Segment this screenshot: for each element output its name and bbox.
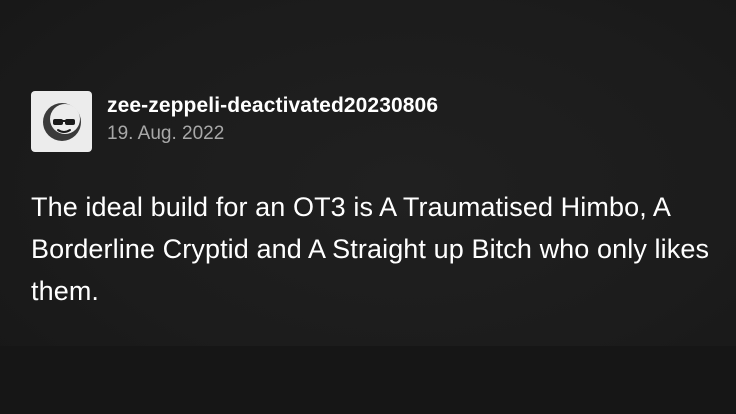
- post-meta: zee-zeppeli-deactivated20230806 19. Aug.…: [107, 93, 438, 147]
- post-body: The ideal build for an OT3 is A Traumati…: [31, 192, 710, 306]
- sunglasses-face-icon: [42, 102, 81, 141]
- post-header: zee-zeppeli-deactivated20230806 19. Aug.…: [31, 91, 438, 152]
- bottom-strip: [0, 346, 736, 414]
- post-card: zee-zeppeli-deactivated20230806 19. Aug.…: [0, 0, 736, 414]
- avatar[interactable]: [31, 91, 92, 152]
- post-date: 19. Aug. 2022: [107, 123, 225, 144]
- username-link[interactable]: zee-zeppeli-deactivated20230806: [107, 93, 438, 119]
